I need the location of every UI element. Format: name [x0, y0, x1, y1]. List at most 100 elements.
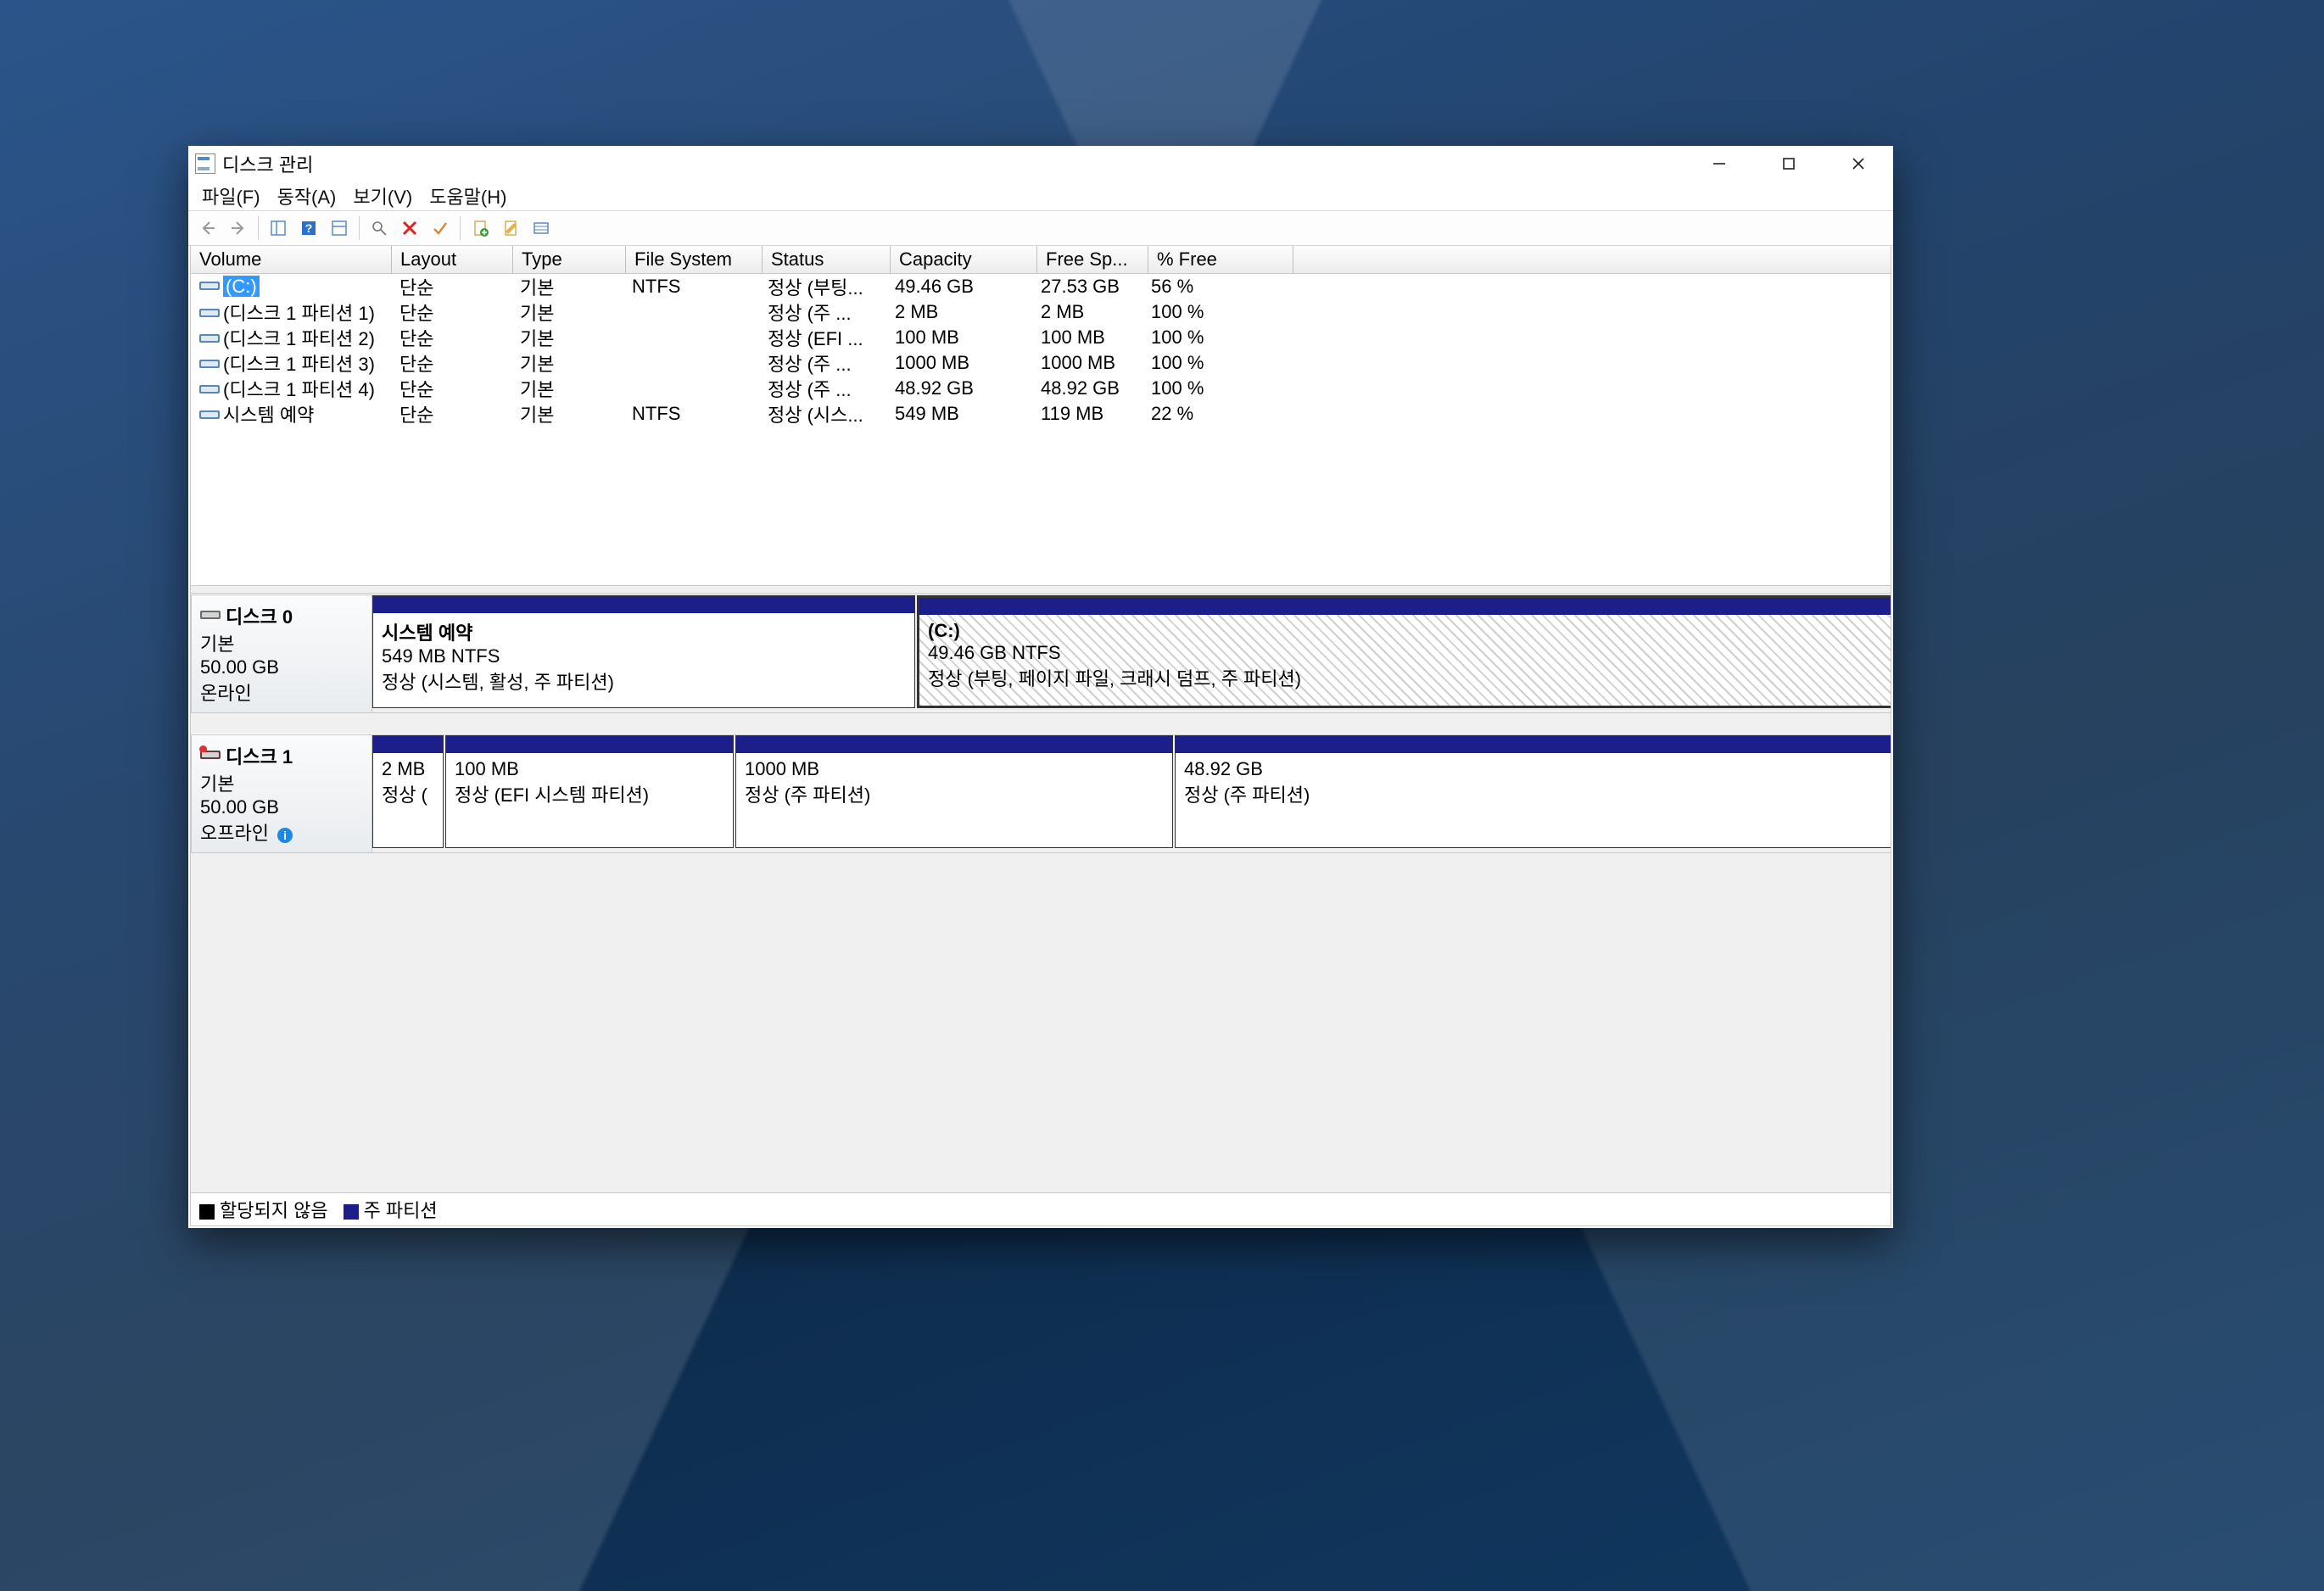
- toolbar-separator: [359, 216, 360, 240]
- col-volume[interactable]: Volume: [191, 246, 392, 273]
- partition-box[interactable]: 100 MB정상 (EFI 시스템 파티션): [445, 735, 734, 848]
- info-icon[interactable]: i: [277, 828, 293, 843]
- cell-free: 2 MB: [1032, 301, 1142, 323]
- cell-layout: 단순: [391, 324, 511, 351]
- menu-view[interactable]: 보기(V): [346, 181, 419, 211]
- disk-type: 기본: [200, 629, 363, 656]
- partition-box[interactable]: 시스템 예약549 MB NTFS정상 (시스템, 활성, 주 파티션): [372, 595, 915, 708]
- legend-primary: 주 파티션: [344, 1196, 438, 1223]
- volume-row[interactable]: (디스크 1 파티션 2)단순기본정상 (EFI ...100 MB100 MB…: [191, 325, 1891, 350]
- cell-type: 기본: [511, 349, 623, 377]
- volume-name: 시스템 예약: [223, 405, 314, 426]
- partition-status: 정상 (주 파티션): [745, 780, 1164, 807]
- cell-fs: NTFS: [623, 403, 759, 425]
- volume-row[interactable]: (디스크 1 파티션 1)단순기본정상 (주 ...2 MB2 MB100 %: [191, 299, 1891, 325]
- drive-icon: [199, 406, 220, 427]
- partition-box[interactable]: (C:)49.46 GB NTFS정상 (부팅, 페이지 파일, 크래시 덤프,…: [917, 595, 1891, 708]
- volume-name: (디스크 1 파티션 1): [223, 303, 375, 324]
- partition-size: 2 MB: [382, 758, 434, 780]
- edit-icon[interactable]: [498, 215, 523, 241]
- partition-size: 49.46 GB NTFS: [928, 642, 1891, 664]
- disk-label[interactable]: 디스크 0기본50.00 GB온라인: [191, 595, 372, 713]
- delete-icon[interactable]: [397, 215, 422, 241]
- details-icon[interactable]: [528, 215, 554, 241]
- legend: 할당되지 않음 주 파티션: [191, 1192, 1891, 1225]
- cell-type: 기본: [511, 375, 623, 402]
- volume-list[interactable]: Volume Layout Type File System Status Ca…: [191, 246, 1891, 585]
- partition-box[interactable]: 1000 MB정상 (주 파티션): [735, 735, 1173, 848]
- volume-row[interactable]: 시스템 예약단순기본NTFS정상 (시스...549 MB119 MB22 %: [191, 401, 1891, 427]
- partition-size: 1000 MB: [745, 758, 1164, 780]
- splitter[interactable]: [191, 585, 1891, 594]
- partition-size: 549 MB NTFS: [382, 645, 906, 667]
- properties-icon[interactable]: [366, 215, 392, 241]
- cell-status: 정상 (주 ...: [759, 375, 886, 402]
- cell-type: 기본: [511, 324, 623, 351]
- disk-state: 오프라인 i: [200, 818, 363, 846]
- partition-body: (C:)49.46 GB NTFS정상 (부팅, 페이지 파일, 크래시 덤프,…: [919, 615, 1891, 706]
- menu-file[interactable]: 파일(F): [195, 181, 267, 211]
- partition-header-bar: [1176, 736, 1891, 753]
- new-icon[interactable]: [467, 215, 493, 241]
- partition-size: 48.92 GB: [1184, 758, 1891, 780]
- partition-box[interactable]: 2 MB정상 (: [372, 735, 444, 848]
- cell-free: 48.92 GB: [1032, 377, 1142, 399]
- partition-body: 시스템 예약549 MB NTFS정상 (시스템, 활성, 주 파티션): [373, 613, 914, 707]
- window-title: 디스크 관리: [222, 150, 313, 177]
- cell-free: 119 MB: [1032, 403, 1142, 425]
- col-type[interactable]: Type: [513, 246, 626, 273]
- help-icon[interactable]: ?: [296, 215, 321, 241]
- volume-name: (디스크 1 파티션 3): [223, 354, 375, 375]
- col-filesystem[interactable]: File System: [626, 246, 763, 273]
- content-area: Volume Layout Type File System Status Ca…: [190, 246, 1891, 1226]
- menu-action[interactable]: 동작(A): [271, 181, 344, 211]
- cell-capacity: 100 MB: [886, 327, 1032, 349]
- cell-capacity: 48.92 GB: [886, 377, 1032, 399]
- volume-name: (디스크 1 파티션 2): [223, 328, 375, 349]
- cell-free: 100 MB: [1032, 327, 1142, 349]
- partition-body: 1000 MB정상 (주 파티션): [736, 753, 1172, 847]
- menubar: 파일(F) 동작(A) 보기(V) 도움말(H): [188, 181, 1893, 210]
- menu-help[interactable]: 도움말(H): [422, 181, 513, 211]
- col-status[interactable]: Status: [763, 246, 891, 273]
- svg-text:?: ?: [305, 221, 313, 235]
- partition-header-bar: [736, 736, 1172, 753]
- disk-state: 온라인: [200, 678, 363, 706]
- volume-row[interactable]: (C:)단순기본NTFS정상 (부팅...49.46 GB27.53 GB56 …: [191, 274, 1891, 299]
- disk-label[interactable]: 디스크 1기본50.00 GB오프라인 i: [191, 734, 372, 853]
- disk-size: 50.00 GB: [200, 656, 363, 678]
- col-capacity[interactable]: Capacity: [891, 246, 1037, 273]
- partition-status: 정상 (: [382, 780, 434, 807]
- forward-button[interactable]: [226, 215, 251, 241]
- volume-name: (C:): [223, 276, 260, 297]
- refresh-icon[interactable]: [327, 215, 352, 241]
- back-button[interactable]: [195, 215, 221, 241]
- col-freespace[interactable]: Free Sp...: [1037, 246, 1148, 273]
- cell-layout: 단순: [391, 375, 511, 402]
- toolbar: ?: [188, 210, 1893, 246]
- close-button[interactable]: [1824, 146, 1893, 181]
- disk-icon: [200, 745, 221, 766]
- col-empty[interactable]: [1293, 246, 1891, 273]
- cell-free: 1000 MB: [1032, 352, 1142, 374]
- partition-body: 2 MB정상 (: [373, 753, 443, 847]
- volume-row[interactable]: (디스크 1 파티션 4)단순기본정상 (주 ...48.92 GB48.92 …: [191, 376, 1891, 401]
- col-layout[interactable]: Layout: [392, 246, 513, 273]
- partition-body: 100 MB정상 (EFI 시스템 파티션): [446, 753, 733, 847]
- partition-box[interactable]: 48.92 GB정상 (주 파티션): [1175, 735, 1891, 848]
- col-pctfree[interactable]: % Free: [1148, 246, 1293, 273]
- minimize-button[interactable]: [1684, 146, 1754, 181]
- toolbar-separator: [460, 216, 461, 240]
- check-icon[interactable]: [427, 215, 453, 241]
- show-hide-console-tree-icon[interactable]: [265, 215, 291, 241]
- volume-row[interactable]: (디스크 1 파티션 3)단순기본정상 (주 ...1000 MB1000 MB…: [191, 350, 1891, 376]
- maximize-button[interactable]: [1754, 146, 1824, 181]
- app-icon: [195, 154, 215, 174]
- cell-pct: 100 %: [1142, 377, 1287, 399]
- partition-header-bar: [919, 598, 1891, 615]
- cell-status: 정상 (시스...: [759, 400, 886, 427]
- titlebar[interactable]: 디스크 관리: [188, 146, 1893, 181]
- cell-layout: 단순: [391, 299, 511, 326]
- cell-capacity: 49.46 GB: [886, 276, 1032, 298]
- partition-title: (C:): [928, 620, 1891, 642]
